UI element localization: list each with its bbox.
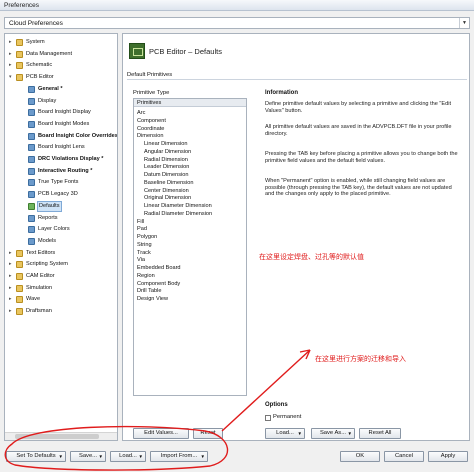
annotation-circle	[4, 425, 229, 471]
annotation-arrow-line	[221, 349, 311, 432]
annotation-overlay	[4, 349, 311, 471]
